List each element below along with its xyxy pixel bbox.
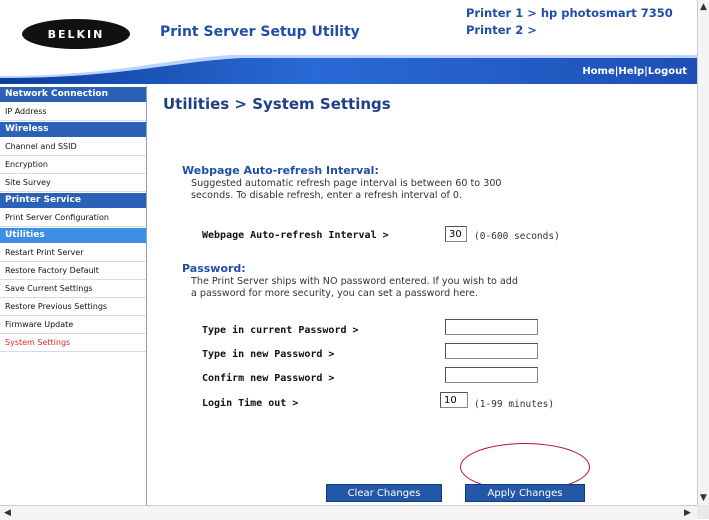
refresh-description-line: seconds. To disable refresh, enter a ref…	[191, 190, 463, 201]
sidebar-item-restore-factory-default[interactable]: Restore Factory Default	[0, 262, 146, 280]
refresh-section-title: Webpage Auto-refresh Interval:	[182, 164, 379, 177]
refresh-interval-hint: (0-600 seconds)	[474, 231, 560, 242]
refresh-interval-label: Webpage Auto-refresh Interval >	[202, 230, 389, 241]
logout-link[interactable]: Logout	[648, 66, 687, 77]
scrollbar-corner	[697, 505, 709, 519]
new-password-field[interactable]	[445, 343, 538, 359]
current-password-label: Type in current Password >	[202, 325, 359, 336]
sidebar-item-system-settings[interactable]: System Settings	[0, 334, 146, 352]
scroll-left-arrow-icon[interactable]: ◀	[4, 508, 11, 518]
login-timeout-input[interactable]	[440, 392, 468, 408]
scroll-up-arrow-icon[interactable]: ▲	[700, 2, 707, 12]
confirm-password-label: Confirm new Password >	[202, 373, 335, 384]
current-password-field[interactable]	[445, 319, 538, 335]
refresh-description: Suggested automatic refresh page interva…	[191, 178, 502, 202]
sidebar-item-print-server-configuration[interactable]: Print Server Configuration	[0, 209, 146, 227]
app-title: Print Server Setup Utility	[160, 24, 360, 40]
sidebar-item-site-survey[interactable]: Site Survey	[0, 174, 146, 192]
page-title: Utilities > System Settings	[163, 95, 391, 113]
sidebar-nav: Network Connection IP Address Wireless C…	[0, 86, 147, 505]
login-timeout-label: Login Time out >	[202, 398, 299, 409]
printer-list: Printer 1 > hp photosmart 7350 Printer 2…	[466, 5, 673, 39]
sidebar-section-network-connection: Network Connection	[0, 87, 146, 103]
sidebar-item-save-current-settings[interactable]: Save Current Settings	[0, 280, 146, 298]
horizontal-scrollbar[interactable]: ◀ ▶	[0, 505, 697, 520]
login-timeout-hint: (1-99 minutes)	[474, 399, 555, 410]
scroll-right-arrow-icon[interactable]: ▶	[684, 508, 691, 518]
password-description: The Print Server ships with NO password …	[191, 276, 518, 300]
browser-viewport: BELKIN Print Server Setup Utility Printe…	[0, 0, 697, 505]
top-nav-links: Home|Help|Logout	[582, 66, 687, 77]
home-link[interactable]: Home	[582, 66, 614, 77]
sidebar-item-restart-print-server[interactable]: Restart Print Server	[0, 244, 146, 262]
new-password-label: Type in new Password >	[202, 349, 335, 360]
scroll-down-arrow-icon[interactable]: ▼	[700, 493, 707, 503]
printer-1-link[interactable]: Printer 1 > hp photosmart 7350	[466, 5, 673, 22]
help-link[interactable]: Help	[618, 66, 644, 77]
refresh-interval-input[interactable]	[445, 226, 467, 242]
sidebar-item-ip-address[interactable]: IP Address	[0, 103, 146, 121]
confirm-password-field[interactable]	[445, 367, 538, 383]
clear-changes-button[interactable]: Clear Changes	[326, 484, 442, 502]
password-section-title: Password:	[182, 262, 246, 275]
printer-2-link[interactable]: Printer 2 >	[466, 22, 673, 39]
refresh-description-line: Suggested automatic refresh page interva…	[191, 178, 502, 189]
apply-changes-button[interactable]: Apply Changes	[465, 484, 585, 502]
vertical-scrollbar[interactable]: ▲ ▼	[697, 0, 709, 505]
sidebar-item-channel-ssid[interactable]: Channel and SSID	[0, 138, 146, 156]
belkin-logo: BELKIN	[22, 19, 130, 49]
sidebar-item-encryption[interactable]: Encryption	[0, 156, 146, 174]
sidebar-item-restore-previous-settings[interactable]: Restore Previous Settings	[0, 298, 146, 316]
sidebar-item-firmware-update[interactable]: Firmware Update	[0, 316, 146, 334]
password-description-line: a password for more security, you can se…	[191, 288, 478, 299]
sidebar-section-utilities: Utilities	[0, 228, 146, 244]
sidebar-section-wireless: Wireless	[0, 122, 146, 138]
password-description-line: The Print Server ships with NO password …	[191, 276, 518, 287]
sidebar-section-printer-service: Printer Service	[0, 193, 146, 209]
